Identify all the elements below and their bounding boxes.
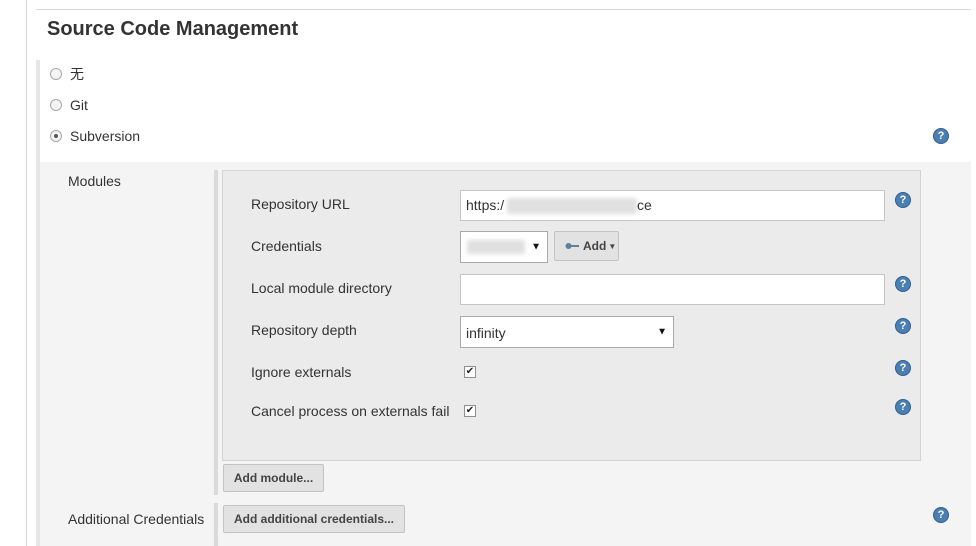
section-title: Source Code Management: [47, 18, 299, 40]
page-left-border: [26, 0, 27, 546]
redacted-url-part: [507, 198, 637, 214]
scm-option-subversion[interactable]: Subversion: [50, 125, 140, 147]
dropdown-caret-icon: ▼: [531, 241, 541, 253]
scm-option-none-label: 无: [70, 66, 84, 82]
help-icon[interactable]: ?: [895, 192, 911, 208]
additional-credentials-bar: [214, 503, 218, 546]
cancel-externals-fail-checkbox[interactable]: ✔: [464, 405, 476, 417]
redacted-credential: [467, 240, 525, 254]
repository-url-input[interactable]: https:/ ce: [460, 190, 885, 221]
local-module-directory-input[interactable]: [460, 274, 885, 305]
section-divider: [36, 9, 971, 10]
repository-depth-value: infinity: [466, 325, 506, 341]
credentials-add-label: Add: [583, 239, 607, 253]
scm-option-git-label: Git: [70, 97, 88, 113]
repository-depth-label: Repository depth: [251, 322, 357, 338]
radio-button[interactable]: [50, 99, 62, 111]
checkmark-icon: ✔: [465, 405, 475, 416]
cancel-externals-fail-label: Cancel process on externals fail: [251, 403, 450, 419]
repository-depth-select[interactable]: infinity ▼: [460, 316, 674, 348]
scm-option-subversion-label: Subversion: [70, 128, 141, 144]
repository-url-value-end: ce: [637, 197, 652, 213]
repository-url-label: Repository URL: [251, 196, 350, 212]
add-additional-credentials-button[interactable]: Add additional credentials...: [223, 505, 405, 533]
credentials-label: Credentials: [251, 238, 322, 254]
add-module-button[interactable]: Add module...: [223, 464, 324, 492]
key-icon: [565, 239, 579, 253]
help-icon[interactable]: ?: [895, 318, 911, 334]
scm-option-none[interactable]: 无: [50, 63, 84, 85]
help-icon[interactable]: ?: [933, 507, 949, 523]
help-icon[interactable]: ?: [895, 399, 911, 415]
ignore-externals-checkbox[interactable]: ✔: [464, 366, 476, 378]
additional-credentials-label: Additional Credentials: [68, 511, 205, 527]
credentials-add-button[interactable]: Add ▼: [554, 231, 619, 261]
ignore-externals-label: Ignore externals: [251, 364, 352, 380]
checkmark-icon: ✔: [465, 366, 475, 377]
modules-bar: [214, 170, 218, 495]
credentials-select[interactable]: ▼: [460, 231, 548, 263]
help-icon[interactable]: ?: [895, 360, 911, 376]
help-icon[interactable]: ?: [933, 128, 949, 144]
dropdown-caret-icon: ▼: [608, 241, 617, 251]
local-module-directory-label: Local module directory: [251, 280, 392, 296]
radio-button-selected[interactable]: [50, 130, 62, 142]
radio-button[interactable]: [50, 68, 62, 80]
repository-url-value-start: https:/: [466, 197, 505, 213]
dropdown-caret-icon: ▼: [657, 326, 667, 338]
modules-label: Modules: [68, 173, 121, 189]
scm-option-git[interactable]: Git: [50, 94, 88, 116]
help-icon[interactable]: ?: [895, 276, 911, 292]
